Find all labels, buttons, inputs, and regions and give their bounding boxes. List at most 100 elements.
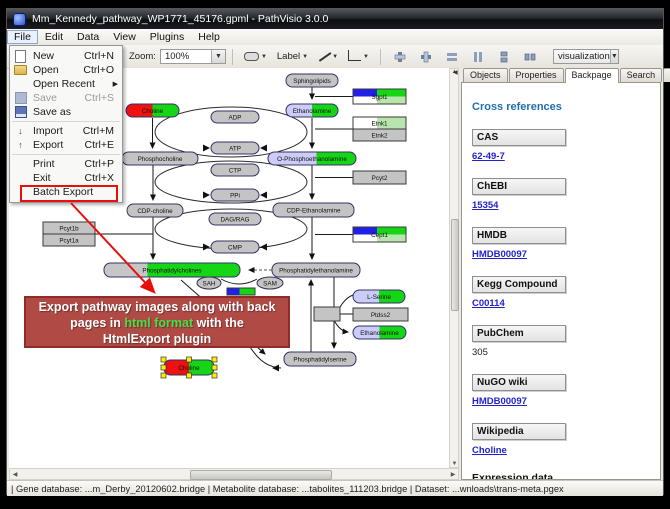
selection-handle[interactable] xyxy=(161,357,166,362)
node-ctp[interactable]: CTP xyxy=(211,164,259,176)
node-ethanolamine-bottom[interactable]: Ethanolamine xyxy=(353,326,406,339)
selection-handle[interactable] xyxy=(187,373,192,378)
node-ppi[interactable]: PPi xyxy=(211,189,259,201)
import-icon: ↓ xyxy=(14,126,27,137)
tab-properties[interactable]: Properties xyxy=(509,68,564,82)
align-center-button[interactable] xyxy=(389,47,411,66)
node-chpt1[interactable] xyxy=(227,288,255,295)
file-menu-item-print[interactable]: PrintCtrl+P xyxy=(10,157,122,171)
common-width-button[interactable] xyxy=(441,47,463,66)
new-connector-button[interactable]: ▼ xyxy=(345,47,372,66)
node-pcyt1b[interactable]: Pcyt1b xyxy=(43,222,95,234)
align-middle-button[interactable] xyxy=(415,47,437,66)
menubar-item-help[interactable]: Help xyxy=(191,30,227,44)
new-line-button[interactable]: ▼ xyxy=(315,47,341,66)
screenshot-root: { "window": { "title": "Mm_Kennedy_pathw… xyxy=(0,0,670,509)
tab-legend[interactable]: Legend xyxy=(663,68,670,82)
selection-handle[interactable] xyxy=(212,365,217,370)
scroll-left-icon[interactable]: ◀ xyxy=(10,471,20,478)
selection-handle[interactable] xyxy=(161,373,166,378)
file-menu-item-open-recent[interactable]: Open Recent▶ xyxy=(10,77,122,91)
node-phosphatidylcholines[interactable]: Phosphatidylcholines xyxy=(104,263,240,277)
menu-item-label: Exit xyxy=(33,172,51,184)
tab-objects[interactable]: Objects xyxy=(463,68,508,82)
selection-handle[interactable] xyxy=(212,357,217,362)
node-etnk1[interactable]: Etnk1 xyxy=(353,117,406,129)
node-sgpl1[interactable]: Sgpl1 xyxy=(353,89,406,104)
horizontal-scroll-thumb[interactable] xyxy=(190,470,332,480)
canvas-vertical-scrollbar[interactable]: ▲ ▼ xyxy=(449,68,459,468)
xref-link[interactable]: C00114 xyxy=(472,298,650,309)
node-etnk2[interactable]: Etnk2 xyxy=(353,129,406,141)
xref-header[interactable]: NuGO wiki xyxy=(472,374,566,391)
file-menu-item-import[interactable]: ↓ImportCtrl+M xyxy=(10,124,122,138)
xref-header[interactable]: CAS xyxy=(472,129,566,146)
file-menu-item-open[interactable]: OpenCtrl+O xyxy=(10,63,122,77)
node-cept1[interactable]: Cept1 xyxy=(353,227,406,242)
file-menu-item-export[interactable]: ↑ExportCtrl+E xyxy=(10,138,122,152)
file-menu-item-new[interactable]: NewCtrl+N xyxy=(10,49,122,63)
node-dag[interactable]: DAG/RAG xyxy=(209,213,261,225)
xref-link[interactable]: HMDB00097 xyxy=(472,249,650,260)
file-menu-item-save[interactable]: SaveCtrl+S xyxy=(10,91,122,105)
xref-link[interactable]: 15354 xyxy=(472,200,650,211)
node-adp[interactable]: ADP xyxy=(211,111,259,123)
selection-handle[interactable] xyxy=(187,357,192,362)
node-pemt[interactable] xyxy=(314,307,340,321)
node-sphingolipids[interactable]: Sphingolipids xyxy=(286,74,338,87)
menubar-item-edit[interactable]: Edit xyxy=(38,30,70,44)
node-ethanolamine-top[interactable]: Ethanolamine xyxy=(286,104,338,117)
menu-separator xyxy=(12,121,120,122)
scroll-right-icon[interactable]: ▶ xyxy=(448,471,458,478)
node-cdp-choline[interactable]: CDP-choline xyxy=(127,204,183,217)
new-datanode-button[interactable]: ▼ xyxy=(241,47,270,66)
menubar-item-file[interactable]: File xyxy=(7,30,38,44)
node-sah[interactable]: SAH xyxy=(197,277,221,289)
canvas-horizontal-scrollbar[interactable]: ◀ ▶ xyxy=(9,468,459,480)
node-o-phosphoethanolamine[interactable]: O-Phosphoethanolamine xyxy=(268,152,356,165)
selection-handle[interactable] xyxy=(212,373,217,378)
node-phosphatidylethanolamine[interactable]: Phosphatidylethanolamine xyxy=(272,263,360,277)
xref-header[interactable]: Kegg Compound xyxy=(472,276,566,293)
node-pcyt1a[interactable]: Pcyt1a xyxy=(43,234,95,246)
visualization-dropdown-icon[interactable]: ▼ xyxy=(610,50,618,63)
vertical-scroll-thumb[interactable] xyxy=(451,219,459,311)
stack-horizontal-button[interactable] xyxy=(519,47,541,66)
menubar-item-data[interactable]: Data xyxy=(70,30,106,44)
selection-handle[interactable] xyxy=(161,365,166,370)
node-cmp[interactable]: CMP xyxy=(211,241,259,253)
tab-search[interactable]: Search xyxy=(620,68,663,82)
node-cdp-ethanolamine[interactable]: CDP-Ethanolamine xyxy=(273,203,354,217)
node-phosphocholine[interactable]: Phosphocholine xyxy=(122,152,198,165)
node-atp[interactable]: ATP xyxy=(211,142,259,154)
node-ptdss2[interactable]: Ptdss2 xyxy=(353,308,408,321)
xref-header[interactable]: PubChem xyxy=(472,325,566,342)
file-menu-item-save-as[interactable]: Save as xyxy=(10,105,122,119)
file-menu-item-batch-export[interactable]: Batch Export xyxy=(10,185,122,199)
visualization-combobox[interactable]: visualization ▼ xyxy=(553,49,619,64)
common-height-button[interactable] xyxy=(467,47,489,66)
stack-vertical-button[interactable] xyxy=(493,47,515,66)
xref-link[interactable]: Choline xyxy=(472,445,650,456)
sidebar-splitter[interactable]: ◀ xyxy=(453,69,458,76)
node-phosphatidylserine[interactable]: Phosphatidylserine xyxy=(284,352,356,366)
node-sam[interactable]: SAM xyxy=(257,277,283,289)
xref-link[interactable]: 62-49-7 xyxy=(472,151,650,162)
node-choline-selected[interactable]: Choline xyxy=(161,357,217,378)
new-label-button[interactable]: Label ▼ xyxy=(274,47,311,66)
menubar-item-plugins[interactable]: Plugins xyxy=(143,30,191,44)
node-choline-top[interactable]: Choline xyxy=(126,104,179,117)
node-pcyt2[interactable]: Pcyt2 xyxy=(353,171,406,184)
xref-header[interactable]: Wikipedia xyxy=(472,423,566,440)
file-menu-item-exit[interactable]: ExitCtrl+X xyxy=(10,171,122,185)
zoom-dropdown-icon[interactable]: ▼ xyxy=(211,50,225,63)
xref-header[interactable]: HMDB xyxy=(472,227,566,244)
zoom-combobox[interactable]: 100% ▼ xyxy=(160,49,226,64)
node-label: DAG/RAG xyxy=(220,216,249,223)
xref-link[interactable]: HMDB00097 xyxy=(472,396,650,407)
xref-header[interactable]: ChEBI xyxy=(472,178,566,195)
node-l-serine[interactable]: L-Serine xyxy=(353,290,405,303)
tab-backpage[interactable]: Backpage xyxy=(565,68,619,83)
scroll-down-icon[interactable]: ▼ xyxy=(450,461,459,467)
menubar-item-view[interactable]: View xyxy=(106,30,143,44)
